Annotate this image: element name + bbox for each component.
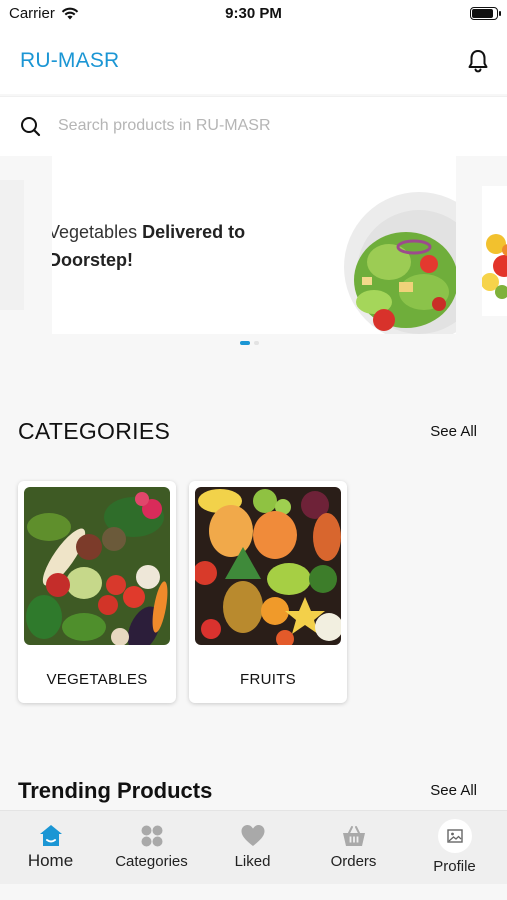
fruits-image <box>195 487 341 645</box>
category-label: FRUITS <box>240 671 296 688</box>
search-input[interactable] <box>58 111 478 141</box>
carousel-dot-active[interactable] <box>240 341 250 345</box>
nav-label-liked: Liked <box>234 853 271 870</box>
battery-fill <box>472 9 493 18</box>
status-bar: Carrier 9:30 PM <box>0 0 507 30</box>
category-label: VEGETABLES <box>46 671 148 688</box>
nav-label-orders: Orders <box>330 853 377 870</box>
carousel-dot[interactable] <box>254 341 259 345</box>
category-card-fruits[interactable]: FRUITS <box>189 481 347 703</box>
salad-plate-image <box>344 192 456 334</box>
promo-carousel[interactable]: Vegetables Delivered to Doorstep! <box>0 156 507 356</box>
home-indicator-area <box>0 884 507 900</box>
slide-text-line2: Doorstep! <box>52 250 133 270</box>
nav-item-orders[interactable]: Orders <box>303 811 404 885</box>
slide-headline: Vegetables Delivered to Doorstep! <box>52 218 308 274</box>
slide-text-bold: Delivered to <box>142 222 246 242</box>
status-time: 9:30 PM <box>225 5 282 22</box>
basket-icon <box>342 826 365 846</box>
image-icon <box>446 829 463 843</box>
carousel-prev-slide[interactable] <box>0 180 24 310</box>
carousel-next-slide[interactable] <box>482 186 507 316</box>
grid-icon <box>141 825 162 847</box>
carousel-dots <box>240 341 259 345</box>
battery-icon <box>470 7 501 20</box>
category-card-vegetables[interactable]: VEGETABLES <box>18 481 176 703</box>
heart-icon <box>241 825 264 846</box>
carousel-slide[interactable]: Vegetables Delivered to Doorstep! <box>52 156 456 334</box>
slide-text-normal: Vegetables <box>52 222 143 242</box>
bell-icon[interactable] <box>466 48 490 74</box>
nav-item-home[interactable]: Home <box>0 811 101 885</box>
nav-label-home: Home <box>27 851 74 870</box>
search-bar <box>0 96 507 156</box>
categories-title: CATEGORIES <box>18 418 171 444</box>
nav-label-categories: Categories <box>115 853 188 870</box>
search-icon <box>21 117 41 137</box>
app-title: RU-MASR <box>20 49 120 72</box>
nav-label-profile: Profile <box>433 858 476 875</box>
avatar <box>437 819 472 853</box>
trending-see-all-link[interactable]: See All <box>430 782 477 799</box>
nav-item-categories[interactable]: Categories <box>101 811 202 885</box>
nav-item-liked[interactable]: Liked <box>202 811 303 885</box>
nav-item-profile[interactable]: Profile <box>404 811 505 885</box>
home-icon <box>39 825 62 846</box>
app-header: RU-MASR <box>0 30 507 94</box>
bottom-nav: Home Categories Liked Orders Profile <box>0 810 507 884</box>
trending-title: Trending Products <box>18 778 213 803</box>
categories-see-all-link[interactable]: See All <box>430 423 477 440</box>
vegetables-image <box>24 487 170 645</box>
fruit-salad-image <box>482 216 507 316</box>
